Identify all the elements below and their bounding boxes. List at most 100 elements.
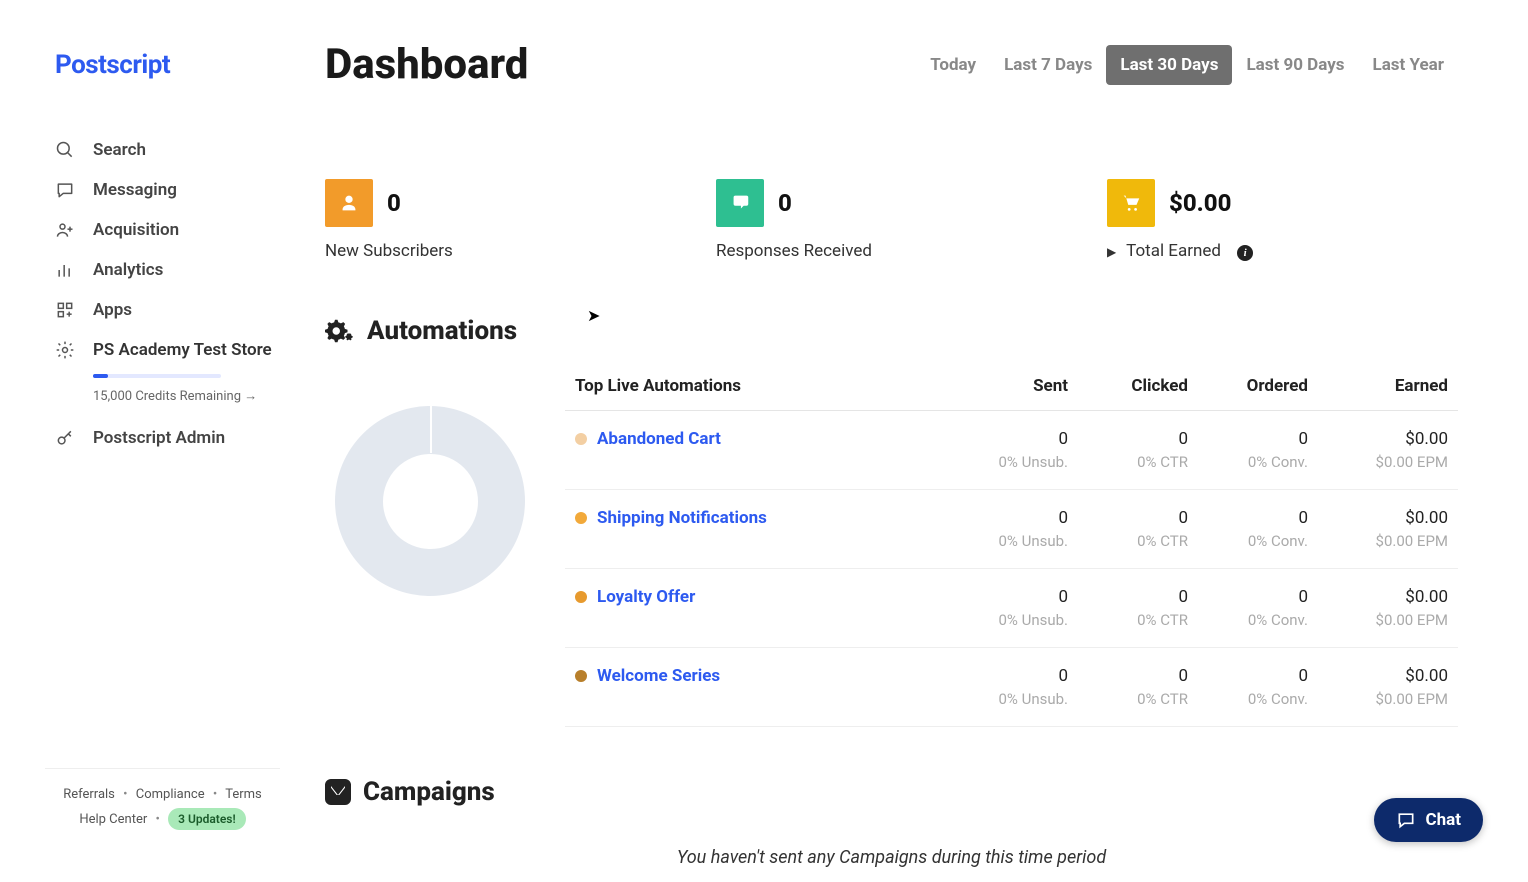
nav-list: Search Messaging Acquisition Analytics xyxy=(55,130,280,458)
table-row: Abandoned Cart00% Unsub.00% CTR00% Conv.… xyxy=(565,411,1458,490)
cell-sent: 0 xyxy=(948,587,1068,607)
sidebar: Postscript Search Messaging Acquisition xyxy=(0,0,300,882)
series-color-dot xyxy=(575,433,587,445)
chat-bubble-icon xyxy=(55,180,75,200)
time-filter-last-7-days[interactable]: Last 7 Days xyxy=(990,45,1106,85)
envelope-icon xyxy=(325,779,351,805)
sidebar-item-analytics[interactable]: Analytics xyxy=(55,250,280,290)
stat-new-subscribers: 0 New Subscribers xyxy=(325,179,676,261)
expand-caret-icon: ▶ xyxy=(1107,245,1116,259)
cell-sent: 0 xyxy=(948,508,1068,528)
col-header-name: Top Live Automations xyxy=(575,376,948,396)
series-color-dot xyxy=(575,591,587,603)
cell-clicked-sub: 0% CTR xyxy=(1068,453,1188,471)
cell-earned: $0.00 xyxy=(1308,666,1448,686)
sidebar-item-label: Acquisition xyxy=(93,220,179,240)
brand-logo[interactable]: Postscript xyxy=(55,50,280,80)
table-row: Welcome Series00% Unsub.00% CTR00% Conv.… xyxy=(565,648,1458,727)
apps-grid-icon xyxy=(55,300,75,320)
page-title: Dashboard xyxy=(325,40,528,89)
time-filter-last-30-days[interactable]: Last 30 Days xyxy=(1106,45,1232,85)
automations-body: Top Live Automations Sent Clicked Ordere… xyxy=(325,376,1458,727)
user-icon xyxy=(325,179,373,227)
automations-donut-chart xyxy=(325,376,535,727)
info-icon[interactable]: i xyxy=(1237,245,1253,261)
cell-earned-sub: $0.00 EPM xyxy=(1308,611,1448,629)
credits-remaining-text[interactable]: 15,000 Credits Remaining → xyxy=(93,388,280,404)
sidebar-item-acquisition[interactable]: Acquisition xyxy=(55,210,280,250)
sidebar-item-label: PS Academy Test Store xyxy=(93,340,272,360)
time-filter-last-90-days[interactable]: Last 90 Days xyxy=(1232,45,1358,85)
stat-value: $0.00 xyxy=(1169,189,1231,217)
updates-badge[interactable]: 3 Updates! xyxy=(168,808,246,830)
footer-link-referrals[interactable]: Referrals xyxy=(63,787,115,802)
cell-sent-sub: 0% Unsub. xyxy=(948,611,1068,629)
time-filter-last-year[interactable]: Last Year xyxy=(1359,45,1459,85)
donut-chart-icon xyxy=(335,406,525,596)
cell-ordered-sub: 0% Conv. xyxy=(1188,532,1308,550)
col-header-earned: Earned xyxy=(1308,376,1448,396)
gears-icon xyxy=(325,316,355,346)
cart-icon xyxy=(1107,179,1155,227)
footer-link-terms[interactable]: Terms xyxy=(225,787,262,802)
chat-icon xyxy=(1396,810,1416,830)
cell-earned-sub: $0.00 EPM xyxy=(1308,453,1448,471)
sidebar-item-label: Messaging xyxy=(93,180,177,200)
campaigns-heading: Campaigns xyxy=(325,777,1458,807)
stat-label: Responses Received xyxy=(716,241,1067,261)
sidebar-item-label: Apps xyxy=(93,300,132,320)
sidebar-item-apps[interactable]: Apps xyxy=(55,290,280,330)
cell-ordered: 0 xyxy=(1188,587,1308,607)
gear-icon xyxy=(55,340,75,360)
automations-table: Top Live Automations Sent Clicked Ordere… xyxy=(565,376,1458,727)
sidebar-item-label: Postscript Admin xyxy=(93,428,225,448)
cell-clicked: 0 xyxy=(1068,508,1188,528)
chat-widget-button[interactable]: Chat xyxy=(1374,798,1484,842)
automation-link[interactable]: Loyalty Offer xyxy=(597,587,695,607)
table-row: Loyalty Offer00% Unsub.00% CTR00% Conv.$… xyxy=(565,569,1458,648)
automation-link[interactable]: Welcome Series xyxy=(597,666,720,686)
sidebar-item-messaging[interactable]: Messaging xyxy=(55,170,280,210)
key-icon xyxy=(55,428,75,448)
cell-clicked: 0 xyxy=(1068,429,1188,449)
automation-link[interactable]: Shipping Notifications xyxy=(597,508,767,528)
credits-progress-bar xyxy=(93,374,221,378)
cell-sent: 0 xyxy=(948,429,1068,449)
cell-sent: 0 xyxy=(948,666,1068,686)
bar-chart-icon xyxy=(55,260,75,280)
cell-earned: $0.00 xyxy=(1308,587,1448,607)
table-row: Shipping Notifications00% Unsub.00% CTR0… xyxy=(565,490,1458,569)
cell-earned-sub: $0.00 EPM xyxy=(1308,690,1448,708)
sidebar-item-admin[interactable]: Postscript Admin xyxy=(55,418,280,458)
sidebar-item-store[interactable]: PS Academy Test Store xyxy=(55,330,280,370)
cell-clicked-sub: 0% CTR xyxy=(1068,611,1188,629)
stat-responses-received: 0 Responses Received xyxy=(716,179,1067,261)
cell-ordered-sub: 0% Conv. xyxy=(1188,453,1308,471)
cell-earned-sub: $0.00 EPM xyxy=(1308,532,1448,550)
time-filter-today[interactable]: Today xyxy=(916,45,990,85)
cell-clicked: 0 xyxy=(1068,587,1188,607)
comments-icon xyxy=(716,179,764,227)
sidebar-footer: Referrals • Compliance • Terms Help Cent… xyxy=(45,768,280,837)
col-header-sent: Sent xyxy=(948,376,1068,396)
automation-link[interactable]: Abandoned Cart xyxy=(597,429,721,449)
sidebar-item-search[interactable]: Search xyxy=(55,130,280,170)
cell-ordered: 0 xyxy=(1188,666,1308,686)
sidebar-item-label: Analytics xyxy=(93,260,163,280)
campaigns-empty-text: You haven't sent any Campaigns during th… xyxy=(325,847,1458,868)
cell-earned: $0.00 xyxy=(1308,429,1448,449)
cell-ordered: 0 xyxy=(1188,508,1308,528)
footer-link-help-center[interactable]: Help Center xyxy=(79,812,147,827)
cell-ordered-sub: 0% Conv. xyxy=(1188,690,1308,708)
cell-ordered-sub: 0% Conv. xyxy=(1188,611,1308,629)
cell-earned: $0.00 xyxy=(1308,508,1448,528)
col-header-clicked: Clicked xyxy=(1068,376,1188,396)
footer-link-compliance[interactable]: Compliance xyxy=(136,787,205,802)
cell-ordered: 0 xyxy=(1188,429,1308,449)
series-color-dot xyxy=(575,512,587,524)
search-icon xyxy=(55,140,75,160)
stat-total-earned: $0.00 ▶ Total Earned i xyxy=(1107,179,1458,261)
stats-row: 0 New Subscribers 0 Responses Received xyxy=(325,179,1458,261)
stat-label-total-earned[interactable]: ▶ Total Earned i xyxy=(1107,241,1458,261)
stat-value: 0 xyxy=(778,189,792,217)
